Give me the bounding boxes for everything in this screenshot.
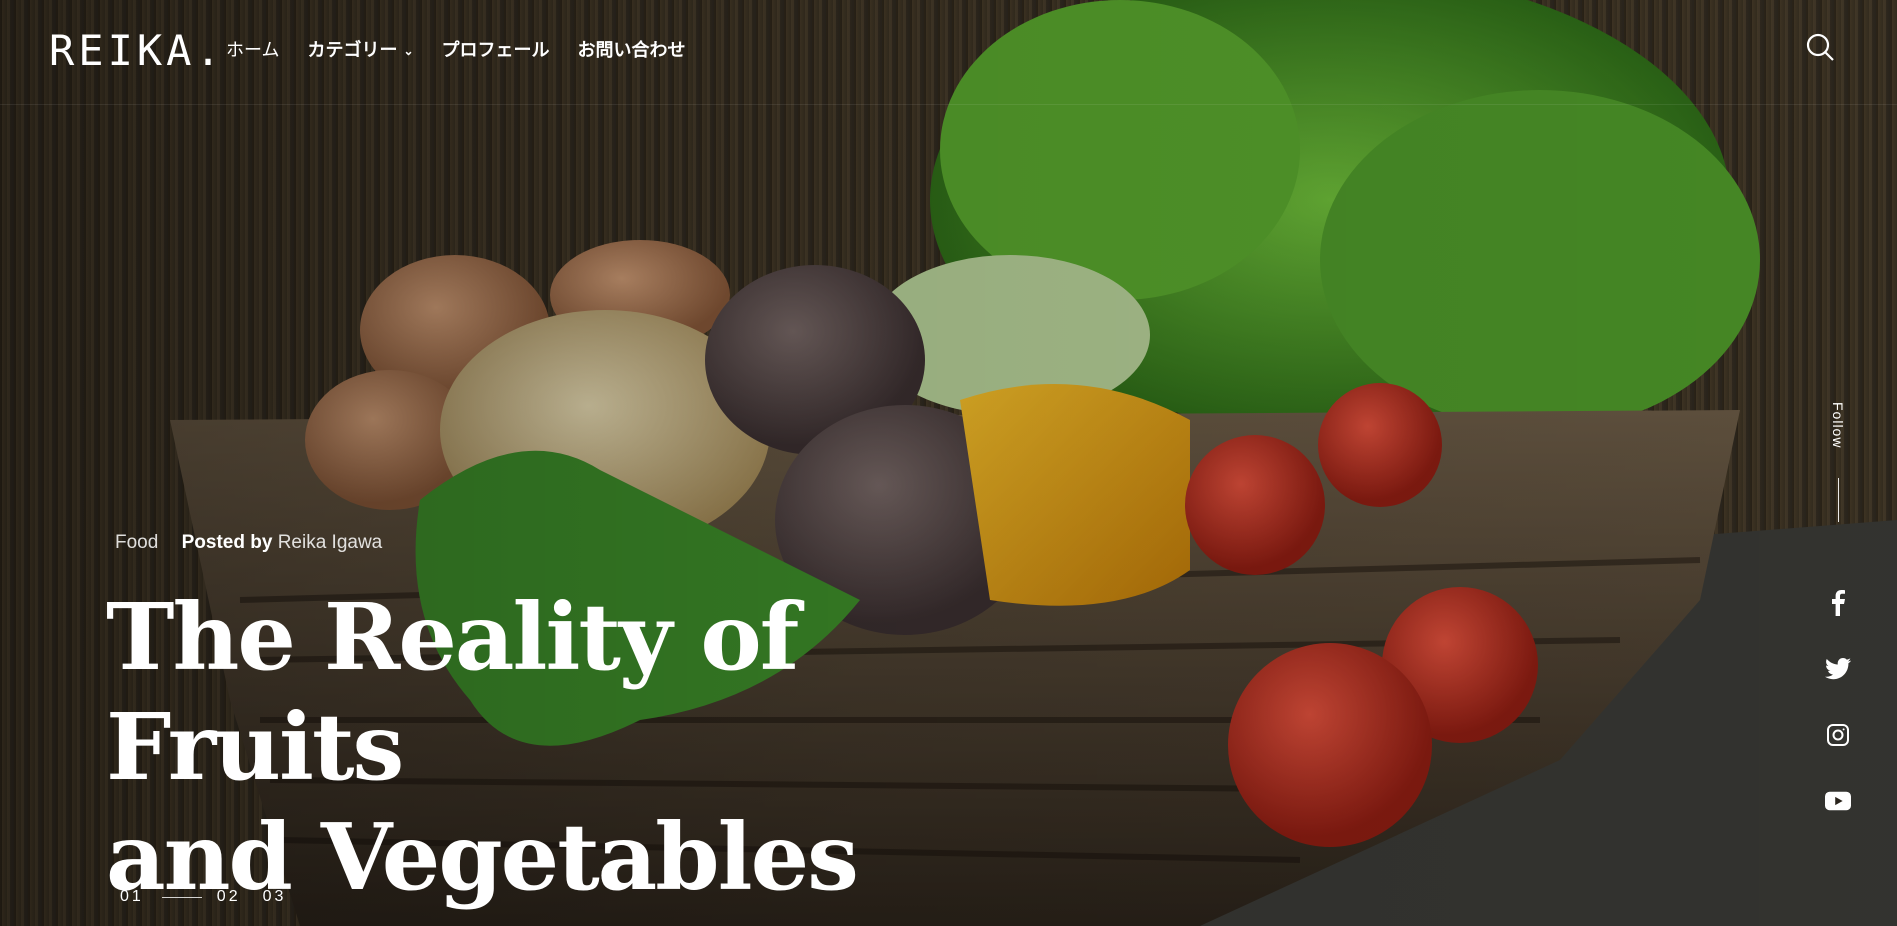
- youtube-icon[interactable]: [1825, 788, 1851, 814]
- instagram-icon[interactable]: [1825, 722, 1851, 748]
- nav-item-profile[interactable]: プロフェール: [442, 36, 550, 62]
- search-icon[interactable]: [1805, 32, 1835, 62]
- nav-label-category: カテゴリー: [307, 40, 398, 60]
- post-title-line-1: The Reality of Fruits: [106, 583, 799, 801]
- nav-label-profile: プロフェール: [441, 40, 550, 60]
- nav-item-contact[interactable]: お問い合わせ: [578, 36, 686, 62]
- nav-item-category[interactable]: カテゴリー ⌄: [307, 36, 413, 62]
- social-links: [1823, 590, 1853, 814]
- follow-label: Follow: [1830, 402, 1846, 449]
- post-title[interactable]: The Reality of Fruits and Vegetables: [106, 582, 1006, 912]
- site-header: REIKA. ホーム カテゴリー ⌄ プロフェール お問い合わせ: [0, 0, 1897, 105]
- nav-label-home: ホーム: [226, 40, 280, 60]
- pager-item-1[interactable]: 01: [120, 888, 144, 906]
- nav-item-home[interactable]: ホーム: [226, 36, 279, 62]
- post-category[interactable]: Food: [115, 532, 158, 553]
- twitter-icon[interactable]: [1825, 656, 1851, 682]
- posted-by-label: Posted by: [181, 532, 273, 553]
- follow-block: Follow: [1823, 402, 1853, 523]
- pager-item-3[interactable]: 03: [263, 888, 287, 906]
- chevron-down-icon: ⌄: [403, 44, 414, 58]
- follow-divider: [1837, 478, 1839, 523]
- pager-active-line: [161, 896, 202, 898]
- site-logo[interactable]: REIKA.: [49, 28, 225, 74]
- post-meta: Food Posted by Reika Igawa: [115, 532, 382, 554]
- nav-label-contact: お問い合わせ: [577, 40, 686, 60]
- pager-item-2[interactable]: 02: [217, 888, 241, 906]
- slide-pager: 01 02 03: [120, 888, 286, 906]
- post-author[interactable]: Reika Igawa: [278, 532, 383, 553]
- facebook-icon[interactable]: [1825, 590, 1851, 616]
- main-nav: ホーム カテゴリー ⌄ プロフェール お問い合わせ: [226, 36, 686, 62]
